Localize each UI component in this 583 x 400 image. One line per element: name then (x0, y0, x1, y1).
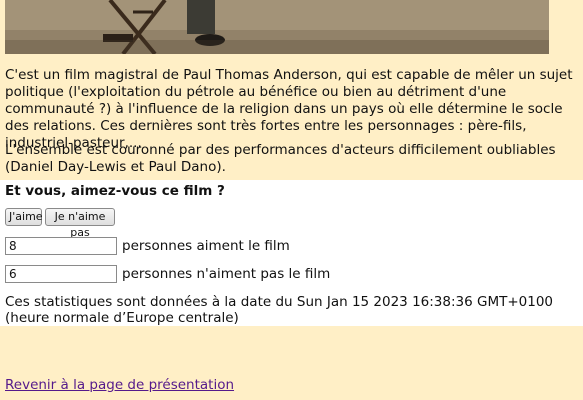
poll-question: Et vous, aimez-vous ce film ? (5, 183, 225, 199)
poll-panel: Et vous, aimez-vous ce film ? J'aime Je … (0, 180, 583, 326)
like-count-field[interactable] (5, 237, 117, 255)
dislike-count-field[interactable] (5, 265, 117, 283)
like-count-label: personnes aiment le film (122, 238, 290, 254)
like-button[interactable]: J'aime (5, 208, 43, 226)
dislike-button[interactable]: Je n'aime pas (45, 208, 115, 239)
review-paragraph-actors: L'ensemble est couronné par des performa… (5, 142, 556, 175)
film-still-image (5, 0, 549, 54)
review-paragraph: C'est un film magistral de Paul Thomas A… (5, 67, 573, 151)
back-to-presentation-link[interactable]: Revenir à la page de présentation (5, 377, 234, 393)
dislike-count-label: personnes n'aiment pas le film (122, 266, 331, 282)
stats-timestamp-note: Ces statistiques sont données à la date … (5, 294, 554, 326)
